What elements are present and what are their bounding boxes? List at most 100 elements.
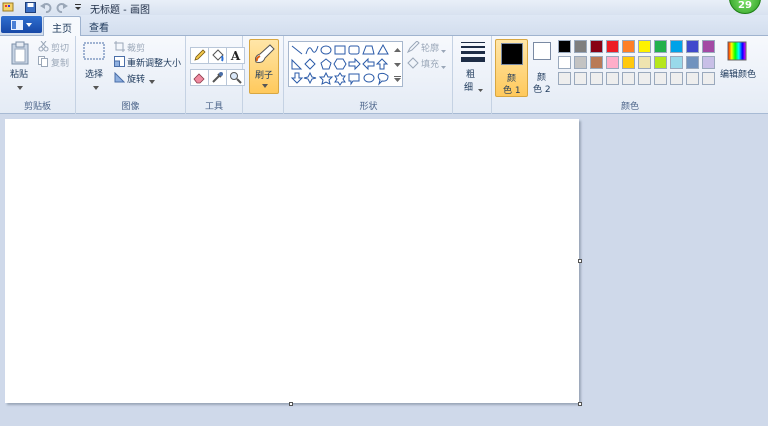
redo-icon[interactable] bbox=[56, 1, 68, 13]
color-palette bbox=[558, 40, 715, 85]
palette-swatch[interactable] bbox=[638, 56, 651, 69]
palette-swatch[interactable] bbox=[670, 40, 683, 53]
palette-swatch[interactable] bbox=[670, 56, 683, 69]
paste-button[interactable]: 粘贴 bbox=[10, 67, 28, 80]
undo-icon[interactable] bbox=[40, 1, 52, 13]
ribbon-tab-row: 主页 查看 bbox=[0, 15, 768, 36]
fill-button[interactable]: 填充 bbox=[421, 57, 439, 70]
shapes-scroll-down-icon[interactable] bbox=[394, 59, 401, 70]
palette-swatch[interactable] bbox=[654, 40, 667, 53]
fill-shape-icon bbox=[407, 57, 420, 72]
palette-swatch[interactable] bbox=[622, 56, 635, 69]
edit-colors-button[interactable]: 编辑颜色 bbox=[720, 67, 756, 80]
size-button[interactable]: 细 bbox=[464, 80, 473, 93]
pencil-tool[interactable] bbox=[190, 47, 209, 64]
notification-badge[interactable]: 29 bbox=[729, 0, 761, 14]
shapes-expand-icon[interactable] bbox=[394, 74, 401, 85]
tab-home[interactable]: 主页 bbox=[43, 16, 81, 36]
size-group: 粗 细 bbox=[453, 36, 492, 114]
brushes-group: 刷子 bbox=[243, 36, 284, 114]
palette-swatch[interactable] bbox=[606, 72, 619, 85]
palette-swatch[interactable] bbox=[574, 56, 587, 69]
palette-swatch[interactable] bbox=[686, 56, 699, 69]
palette-swatch[interactable] bbox=[558, 72, 571, 85]
palette-swatch[interactable] bbox=[590, 40, 603, 53]
select-button[interactable]: 选择 bbox=[85, 67, 103, 80]
brush-icon bbox=[255, 44, 275, 63]
outline-icon bbox=[406, 40, 420, 56]
palette-swatch[interactable] bbox=[606, 56, 619, 69]
color1-swatch bbox=[501, 43, 523, 65]
select-rect-icon bbox=[83, 42, 105, 63]
eyedropper-icon bbox=[212, 72, 223, 83]
clipboard-group: 粘贴 剪切 复制 剪贴板 bbox=[0, 36, 76, 114]
palette-swatch[interactable] bbox=[686, 72, 699, 85]
palette-swatch[interactable] bbox=[558, 56, 571, 69]
fill-dropdown-icon[interactable] bbox=[441, 61, 446, 72]
brushes-button[interactable]: 刷子 bbox=[249, 39, 279, 94]
eraser-tool[interactable] bbox=[190, 69, 209, 86]
drawing-canvas[interactable] bbox=[5, 119, 579, 403]
color1-label-bottom: 色 1 bbox=[503, 86, 521, 96]
color1-button[interactable]: 颜 色 1 bbox=[495, 39, 528, 97]
size-dropdown-icon[interactable] bbox=[478, 84, 483, 95]
palette-swatch[interactable] bbox=[622, 40, 635, 53]
cut-button[interactable]: 剪切 bbox=[51, 41, 69, 54]
pencil-icon bbox=[194, 49, 206, 61]
palette-swatch[interactable] bbox=[606, 40, 619, 53]
palette-swatch[interactable] bbox=[654, 72, 667, 85]
palette-swatch[interactable] bbox=[654, 56, 667, 69]
palette-swatch[interactable] bbox=[622, 72, 635, 85]
brushes-label: 刷子 bbox=[255, 71, 274, 81]
fill-tool[interactable] bbox=[208, 47, 227, 64]
crop-button[interactable]: 裁剪 bbox=[127, 41, 145, 54]
color-picker-tool[interactable] bbox=[208, 69, 227, 86]
outline-button[interactable]: 轮廓 bbox=[421, 41, 439, 54]
tools-group-label: 工具 bbox=[204, 102, 223, 112]
shapes-gallery[interactable] bbox=[288, 41, 403, 87]
palette-swatch[interactable] bbox=[702, 56, 715, 69]
save-icon[interactable] bbox=[24, 1, 36, 13]
palette-swatch[interactable] bbox=[574, 40, 587, 53]
chevron-down-icon bbox=[262, 84, 268, 88]
resize-handle-bottom[interactable] bbox=[289, 402, 293, 406]
rotate-dropdown-icon[interactable] bbox=[149, 76, 155, 87]
palette-swatch[interactable] bbox=[702, 40, 715, 53]
resize-handle-right[interactable] bbox=[578, 259, 582, 263]
palette-swatch[interactable] bbox=[590, 72, 603, 85]
copy-button[interactable]: 复制 bbox=[51, 56, 69, 69]
tools-group: A 工具 bbox=[186, 36, 245, 114]
quick-access-dropdown-icon[interactable] bbox=[72, 1, 84, 13]
color2-button[interactable]: 颜 色 2 bbox=[529, 39, 556, 97]
paint-menu-button[interactable] bbox=[1, 16, 42, 33]
outline-dropdown-icon[interactable] bbox=[441, 45, 446, 56]
select-dropdown-icon[interactable] bbox=[93, 82, 99, 93]
menu-icon bbox=[11, 19, 23, 30]
copy-icon bbox=[38, 56, 49, 70]
palette-swatch[interactable] bbox=[590, 56, 603, 69]
paste-dropdown-icon[interactable] bbox=[17, 82, 23, 93]
palette-swatch[interactable] bbox=[638, 40, 651, 53]
window-title: 无标题 - 画图 bbox=[90, 5, 150, 16]
rotate-icon bbox=[114, 71, 126, 86]
crop-icon bbox=[114, 41, 125, 55]
eraser-icon bbox=[193, 73, 205, 84]
palette-swatch[interactable] bbox=[670, 72, 683, 85]
ribbon: 粘贴 剪切 复制 剪贴板 选择 裁剪 重新调整大小 旋转 图像 A 工具 刷子 … bbox=[0, 36, 768, 114]
paste-icon bbox=[10, 41, 30, 68]
shapes-scroll-up-icon[interactable] bbox=[394, 44, 401, 55]
text-a-icon: A bbox=[230, 48, 241, 63]
resize-button[interactable]: 重新调整大小 bbox=[127, 56, 181, 69]
tab-view[interactable]: 查看 bbox=[81, 16, 117, 36]
palette-swatch[interactable] bbox=[638, 72, 651, 85]
palette-swatch[interactable] bbox=[686, 40, 699, 53]
magnifier-icon bbox=[230, 72, 242, 84]
rotate-button[interactable]: 旋转 bbox=[127, 72, 145, 85]
palette-swatch[interactable] bbox=[558, 40, 571, 53]
edit-colors-icon bbox=[727, 41, 747, 64]
resize-handle-corner[interactable] bbox=[578, 402, 582, 406]
palette-swatch[interactable] bbox=[574, 72, 587, 85]
palette-swatch[interactable] bbox=[702, 72, 715, 85]
image-group: 选择 裁剪 重新调整大小 旋转 图像 bbox=[76, 36, 186, 114]
shapes-gallery-icons bbox=[290, 43, 389, 86]
